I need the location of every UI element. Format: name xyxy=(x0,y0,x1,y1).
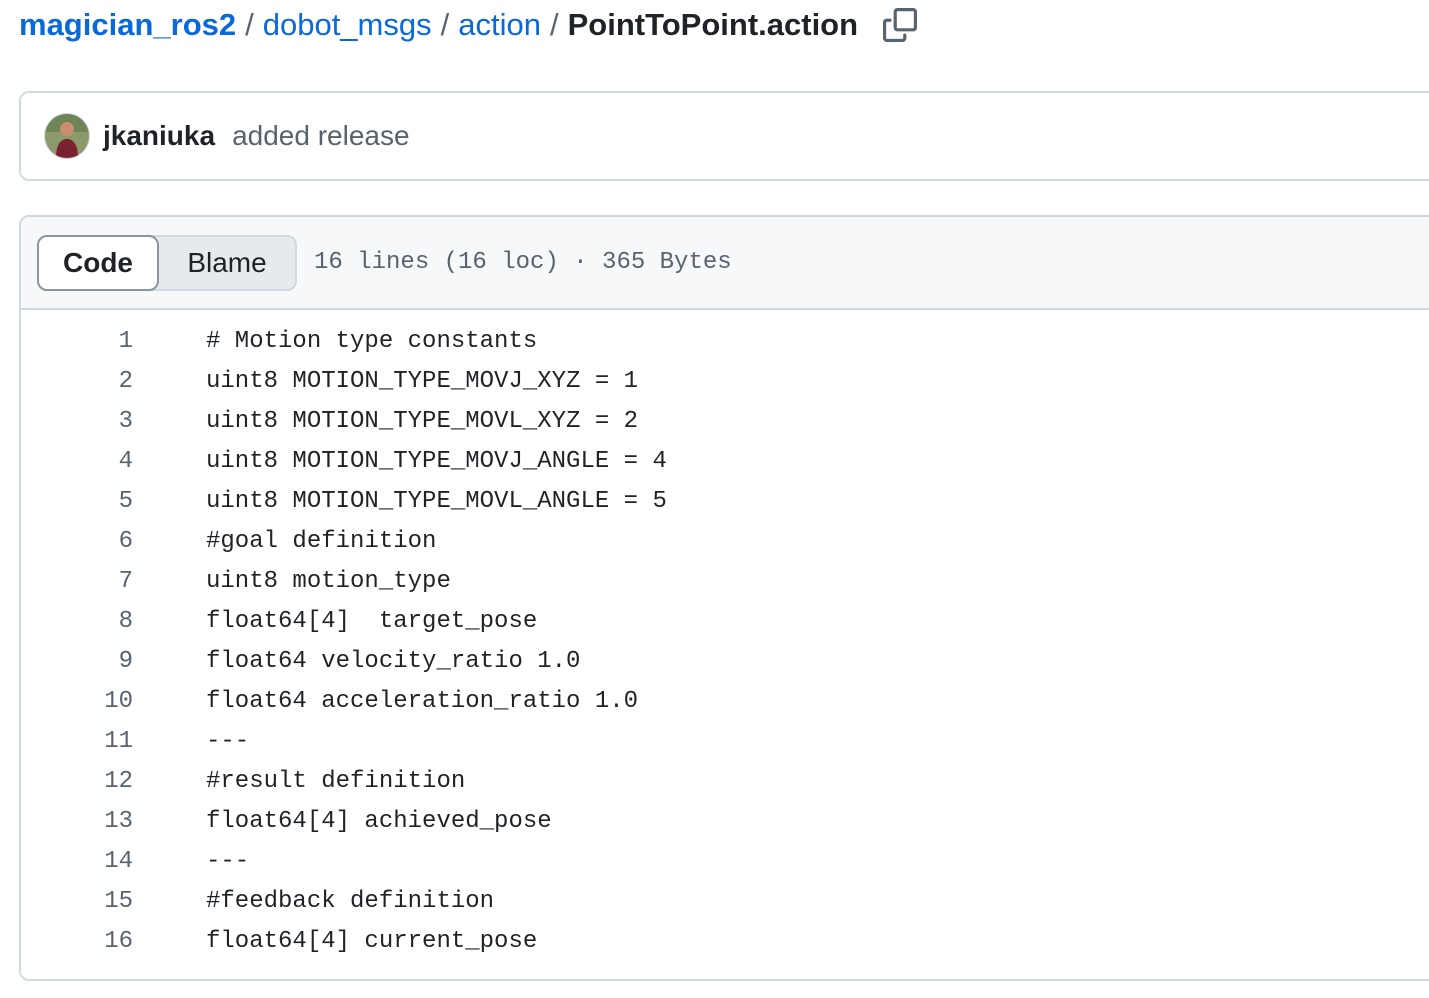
breadcrumb-folder-dobot-msgs-link[interactable]: dobot_msgs xyxy=(263,7,432,43)
breadcrumb-separator: / xyxy=(245,7,254,42)
line-number[interactable]: 6 xyxy=(21,528,133,555)
avatar[interactable] xyxy=(45,114,89,158)
line-number[interactable]: 7 xyxy=(21,568,133,595)
line-number[interactable]: 2 xyxy=(21,368,133,395)
code-line: 15 #feedback definition xyxy=(21,881,1429,921)
line-number[interactable]: 11 xyxy=(21,728,133,755)
breadcrumb-folder-action-link[interactable]: action xyxy=(458,7,541,43)
line-code: uint8 MOTION_TYPE_MOVJ_ANGLE = 4 xyxy=(206,447,667,475)
tab-code[interactable]: Code xyxy=(37,234,159,291)
code-line: 10 float64 acceleration_ratio 1.0 xyxy=(21,681,1429,721)
line-code: float64[4] achieved_pose xyxy=(206,807,552,835)
line-code: uint8 MOTION_TYPE_MOVL_XYZ = 2 xyxy=(206,407,639,435)
code-line: 2 uint8 MOTION_TYPE_MOVJ_XYZ = 1 xyxy=(21,361,1429,401)
line-code: --- xyxy=(206,847,250,875)
code-area: 1 # Motion type constants 2 uint8 MOTION_TY… xyxy=(21,310,1429,961)
line-number[interactable]: 4 xyxy=(21,448,133,475)
line-code: --- xyxy=(206,727,250,755)
line-number[interactable]: 14 xyxy=(21,848,133,875)
line-number[interactable]: 5 xyxy=(21,488,133,515)
line-number[interactable]: 1 xyxy=(21,328,133,355)
line-number[interactable]: 12 xyxy=(21,768,133,795)
code-line: 7 uint8 motion_type xyxy=(21,561,1429,601)
breadcrumb-repo-link[interactable]: magician_ros2 xyxy=(19,7,236,43)
copy-icon xyxy=(883,8,918,42)
view-toggle: Code Blame xyxy=(37,234,297,291)
breadcrumb-separator: / xyxy=(549,7,559,42)
code-line: 14 --- xyxy=(21,841,1429,881)
latest-commit-box: jkaniuka added release xyxy=(19,91,1429,181)
line-number[interactable]: 9 xyxy=(21,648,133,675)
code-line: 1 # Motion type constants xyxy=(21,321,1429,361)
code-line: 11 --- xyxy=(21,721,1429,761)
breadcrumb-file-name: PointToPoint.action xyxy=(567,7,859,42)
code-line: 5 uint8 MOTION_TYPE_MOVL_ANGLE = 5 xyxy=(21,481,1429,521)
line-code: float64 velocity_ratio 1.0 xyxy=(206,647,581,675)
line-number[interactable]: 10 xyxy=(21,688,133,715)
code-line: 8 float64[4] target_pose xyxy=(21,601,1429,641)
line-code: #goal definition xyxy=(206,527,437,555)
line-code: #feedback definition xyxy=(206,887,495,915)
commit-author-link[interactable]: jkaniuka xyxy=(103,120,215,152)
file-viewer: Code Blame 16 lines (16 loc) · 365 Bytes… xyxy=(19,215,1429,981)
line-number[interactable]: 15 xyxy=(21,888,133,915)
line-number[interactable]: 13 xyxy=(21,808,133,835)
commit-message-link[interactable]: added release xyxy=(232,120,409,152)
code-line: 9 float64 velocity_ratio 1.0 xyxy=(21,641,1429,681)
code-line: 6 #goal definition xyxy=(21,521,1429,561)
line-code: uint8 MOTION_TYPE_MOVL_ANGLE = 5 xyxy=(206,487,667,515)
line-number[interactable]: 16 xyxy=(21,928,133,955)
breadcrumb: magician_ros2 / dobot_msgs / action / Po… xyxy=(19,4,920,46)
code-line: 12 #result definition xyxy=(21,761,1429,801)
file-info: 16 lines (16 loc) · 365 Bytes xyxy=(314,249,732,276)
line-number[interactable]: 8 xyxy=(21,608,133,635)
code-line: 4 uint8 MOTION_TYPE_MOVJ_ANGLE = 4 xyxy=(21,441,1429,481)
file-header: Code Blame 16 lines (16 loc) · 365 Bytes xyxy=(21,217,1429,310)
line-code: # Motion type constants xyxy=(206,327,538,355)
copy-path-button[interactable] xyxy=(880,5,920,45)
line-code: float64[4] current_pose xyxy=(206,927,538,955)
code-line: 3 uint8 MOTION_TYPE_MOVL_XYZ = 2 xyxy=(21,401,1429,441)
line-code: uint8 motion_type xyxy=(206,567,451,595)
line-code: uint8 MOTION_TYPE_MOVJ_XYZ = 1 xyxy=(206,367,639,395)
code-line: 16 float64[4] current_pose xyxy=(21,921,1429,961)
line-code: float64[4] target_pose xyxy=(206,607,538,635)
line-code: #result definition xyxy=(206,767,466,795)
code-line: 13 float64[4] achieved_pose xyxy=(21,801,1429,841)
breadcrumb-separator: / xyxy=(440,7,450,42)
line-number[interactable]: 3 xyxy=(21,408,133,435)
avatar-image xyxy=(45,114,89,158)
line-code: float64 acceleration_ratio 1.0 xyxy=(206,687,639,715)
tab-blame[interactable]: Blame xyxy=(159,237,295,289)
